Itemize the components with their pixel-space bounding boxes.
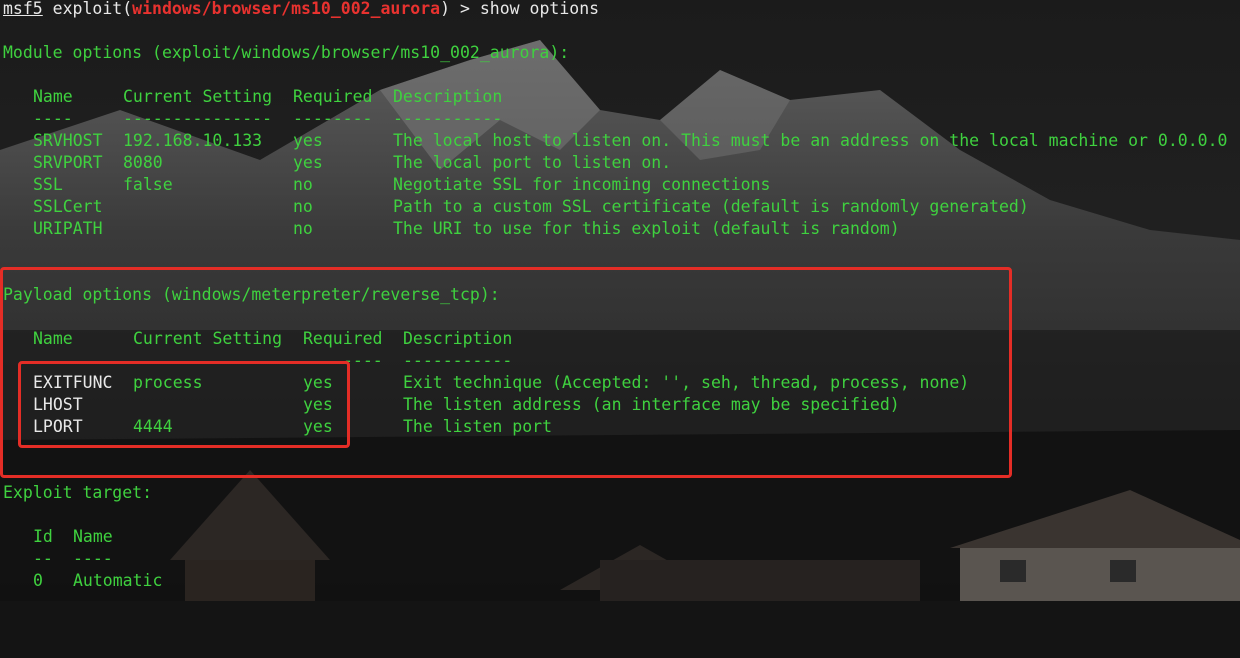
option-required: yes [293,153,323,172]
option-name: SSL [33,175,63,194]
module-options-separator: ---- --------------- -------- ----------… [3,108,1240,130]
separator-required: -------- [293,109,373,128]
entered-command: show options [479,0,600,18]
option-description: Path to a custom SSL certificate (defaul… [393,197,1029,216]
table-row: URIPATH no The URI to use for this explo… [3,218,1240,240]
command-prompt-line: msf5 exploit(windows/browser/ms10_002_au… [3,0,599,20]
header-id: Id [33,527,53,546]
table-row: SRVHOST 192.168.10.133 yes The local hos… [3,130,1240,152]
option-description: The local port to listen on. [393,153,672,172]
option-name: SSLCert [33,197,103,216]
option-description: The local host to listen on. This must b… [393,131,1228,150]
header-current-setting: Current Setting [123,87,273,106]
target-name: Automatic [73,571,163,590]
option-required: no [293,175,313,194]
option-name: URIPATH [33,219,103,238]
table-row: SSLCert no Path to a custom SSL certific… [3,196,1240,218]
option-setting: false [123,175,173,194]
prompt-module-name: windows/browser/ms10_002_aurora [132,0,441,18]
option-name: SRVPORT [33,153,103,172]
table-row: SSL false no Negotiate SSL for incoming … [3,174,1240,196]
option-description: Negotiate SSL for incoming connections [393,175,771,194]
table-row: SRVPORT 8080 yes The local port to liste… [3,152,1240,174]
separator-name: ---- [73,549,113,568]
header-description: Description [393,87,503,106]
option-required: yes [293,131,323,150]
exploit-target-separator: -- ---- [3,548,303,570]
target-id: 0 [33,571,43,590]
table-row: 0 Automatic [3,570,303,592]
exploit-target-title: Exploit target: [3,483,153,502]
header-name: Name [33,87,73,106]
module-options-header: Name Current Setting Required Descriptio… [3,86,1240,108]
separator-setting: --------------- [123,109,273,128]
option-setting: 192.168.10.133 [123,131,263,150]
option-required: no [293,219,313,238]
header-required: Required [293,87,373,106]
terminal-window[interactable]: msf5 exploit(windows/browser/ms10_002_au… [0,0,1240,601]
option-required: no [293,197,313,216]
payload-values-highlight-box [18,361,350,448]
separator-id: -- [33,549,53,568]
prompt-exploit-prefix: exploit( [42,0,133,18]
prompt-suffix: ) > [440,0,480,18]
separator-name: ---- [33,109,73,128]
msf-prompt: msf5 [3,0,43,18]
option-name: SRVHOST [33,131,103,150]
separator-description: ----------- [393,109,503,128]
header-name: Name [73,527,113,546]
option-setting: 8080 [123,153,163,172]
module-options-title: Module options (exploit/windows/browser/… [3,43,570,62]
option-description: The URI to use for this exploit (default… [393,219,900,238]
exploit-target-header: Id Name [3,526,303,548]
